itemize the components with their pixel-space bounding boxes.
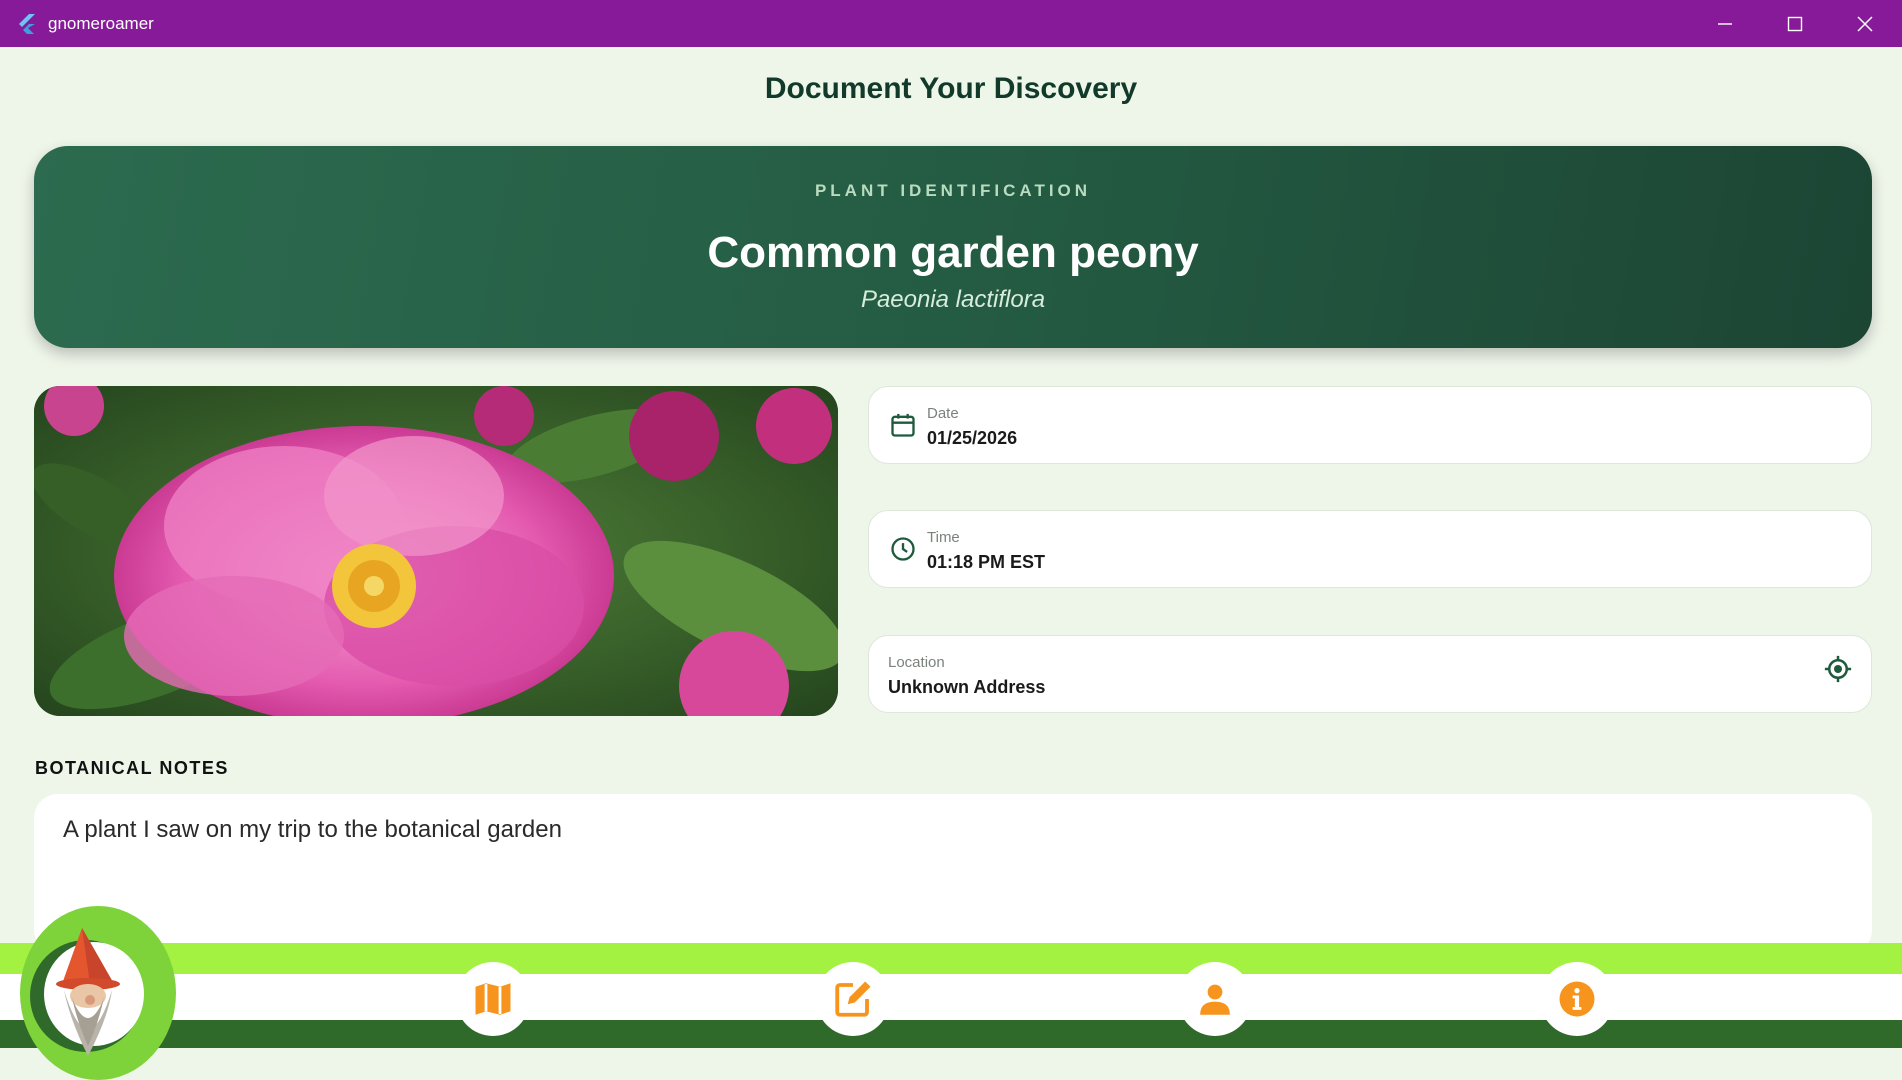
nav-edit-button[interactable] xyxy=(816,962,890,1036)
plant-identification-card: PLANT IDENTIFICATION Common garden peony… xyxy=(34,146,1872,348)
location-field[interactable]: Location Unknown Address xyxy=(868,635,1872,713)
nav-info-button[interactable] xyxy=(1540,962,1614,1036)
plant-photo[interactable] xyxy=(34,386,838,716)
location-value: Unknown Address xyxy=(888,677,1046,697)
time-field[interactable]: Time 01:18 PM EST xyxy=(868,510,1872,588)
window-titlebar: gnomeroamer xyxy=(0,0,1902,47)
minimize-icon xyxy=(1718,22,1732,25)
common-name: Common garden peony xyxy=(707,228,1199,277)
date-value: 01/25/2026 xyxy=(927,428,1018,448)
banner-eyebrow: PLANT IDENTIFICATION xyxy=(814,181,1092,200)
gnome-avatar[interactable] xyxy=(50,928,132,1058)
close-button[interactable] xyxy=(1830,0,1900,47)
flutter-logo-icon xyxy=(19,14,35,34)
clock-icon xyxy=(891,537,915,561)
nav-bar xyxy=(0,974,1902,1020)
minimize-button[interactable] xyxy=(1690,0,1760,47)
close-icon xyxy=(1857,15,1873,32)
info-icon xyxy=(1559,981,1595,1017)
window-title: gnomeroamer xyxy=(48,14,154,33)
botanical-notes-input[interactable]: A plant I saw on my trip to the botanica… xyxy=(34,794,1872,954)
time-value: 01:18 PM EST xyxy=(927,552,1046,572)
nav-bottom-strip xyxy=(0,1048,1902,1068)
person-icon xyxy=(1200,984,1230,1015)
notes-heading: BOTANICAL NOTES xyxy=(35,758,229,778)
date-field[interactable]: Date 01/25/2026 xyxy=(868,386,1872,464)
notes-text: A plant I saw on my trip to the botanica… xyxy=(63,816,562,843)
nav-profile-button[interactable] xyxy=(1178,962,1252,1036)
date-label: Date xyxy=(927,405,959,422)
edit-icon xyxy=(835,981,871,1017)
map-icon xyxy=(475,983,511,1015)
nav-bar-base xyxy=(0,1020,1902,1048)
nav-map-button[interactable] xyxy=(456,962,530,1036)
location-label: Location xyxy=(888,654,945,671)
locate-icon[interactable] xyxy=(1823,654,1853,684)
time-label: Time xyxy=(927,529,960,546)
maximize-button[interactable] xyxy=(1760,0,1830,47)
page-title: Document Your Discovery xyxy=(764,72,1138,105)
scientific-name: Paeonia lactiflora xyxy=(860,286,1046,313)
nav-bar-accent xyxy=(0,943,1902,974)
maximize-icon xyxy=(1787,16,1803,31)
calendar-icon xyxy=(891,413,915,437)
peony-image xyxy=(34,386,838,716)
